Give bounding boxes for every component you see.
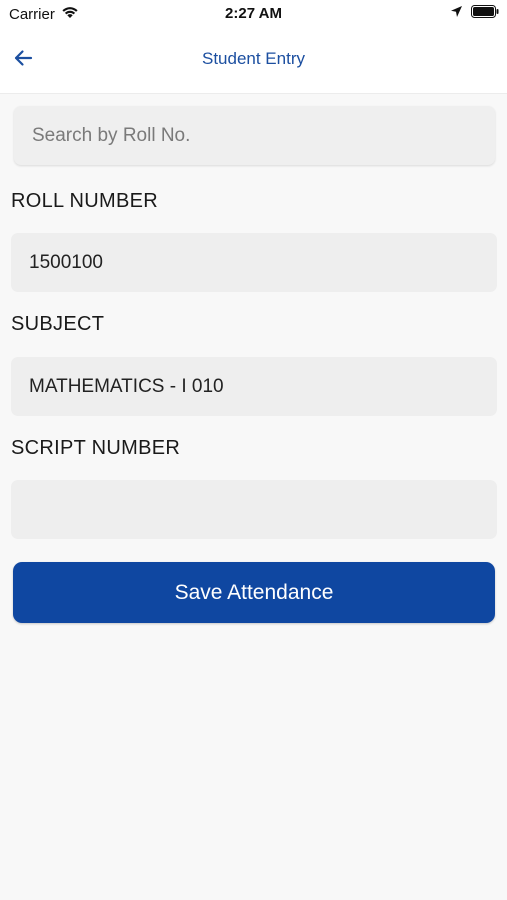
student-entry-screen: Carrier 2:27 AM Student Entry Search by … xyxy=(0,0,507,900)
roll-number-label: ROLL NUMBER xyxy=(11,190,159,212)
script-number-field[interactable] xyxy=(11,480,497,539)
roll-number-field[interactable]: 1500100 xyxy=(11,233,497,292)
battery-icon xyxy=(471,5,499,23)
script-number-label: SCRIPT NUMBER xyxy=(11,437,181,459)
nav-bar: Student Entry xyxy=(0,26,507,94)
save-attendance-button[interactable]: Save Attendance xyxy=(13,562,495,623)
status-right-icons xyxy=(450,5,499,23)
search-input[interactable]: Search by Roll No. xyxy=(14,106,495,165)
subject-label: SUBJECT xyxy=(11,313,105,335)
search-placeholder: Search by Roll No. xyxy=(32,124,191,146)
status-time: 2:27 AM xyxy=(225,5,282,22)
status-bar: Carrier 2:27 AM xyxy=(0,0,507,26)
location-arrow-icon xyxy=(450,5,463,23)
roll-number-value: 1500100 xyxy=(29,251,103,273)
subject-value: MATHEMATICS - I 010 xyxy=(29,375,224,397)
subject-field[interactable]: MATHEMATICS - I 010 xyxy=(11,357,497,416)
save-attendance-label: Save Attendance xyxy=(174,580,334,604)
page-title: Student Entry xyxy=(201,49,305,68)
